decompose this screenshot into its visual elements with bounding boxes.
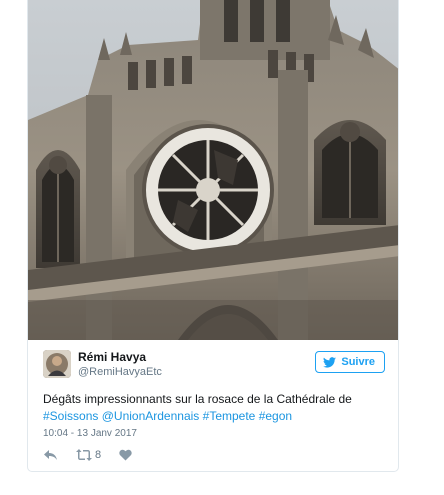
retweet-icon — [76, 449, 92, 461]
tweet-text: Dégâts impressionnants sur la rosace de … — [43, 391, 388, 425]
retweet-count: 8 — [95, 449, 102, 461]
tweet-author: Rémi Havya @RemiHavyaEtc Suivre — [43, 350, 385, 382]
hashtag-soissons[interactable]: #Soissons — [43, 409, 98, 423]
retweet-button[interactable]: 8 — [76, 449, 101, 461]
avatar-image — [43, 350, 71, 378]
follow-button-label: Suivre — [341, 356, 375, 368]
avatar[interactable] — [43, 350, 71, 378]
twitter-bird-icon — [323, 356, 337, 368]
tweet-card: Rémi Havya @RemiHavyaEtc Suivre Dégâts i… — [27, 0, 399, 472]
reply-icon — [44, 450, 57, 460]
mention-union-ardennais[interactable]: @UnionArdennais — [102, 409, 200, 423]
like-button[interactable] — [119, 449, 132, 461]
tweet-text-line: Dégâts impressionnants sur la rosace de … — [43, 392, 352, 406]
hashtag-egon[interactable]: #egon — [259, 409, 292, 423]
cathedral-photo — [28, 0, 398, 340]
hashtag-tempete[interactable]: #Tempete — [203, 409, 256, 423]
author-name[interactable]: Rémi Havya — [78, 350, 146, 364]
tweet-photo[interactable] — [28, 0, 398, 340]
tweet-actions: 8 — [43, 448, 150, 462]
tweet-timestamp[interactable]: 10:04 - 13 Janv 2017 — [43, 428, 137, 439]
author-handle[interactable]: @RemiHavyaEtc — [78, 366, 162, 378]
heart-icon — [119, 449, 132, 461]
reply-button[interactable] — [43, 449, 58, 461]
follow-button[interactable]: Suivre — [315, 351, 385, 373]
